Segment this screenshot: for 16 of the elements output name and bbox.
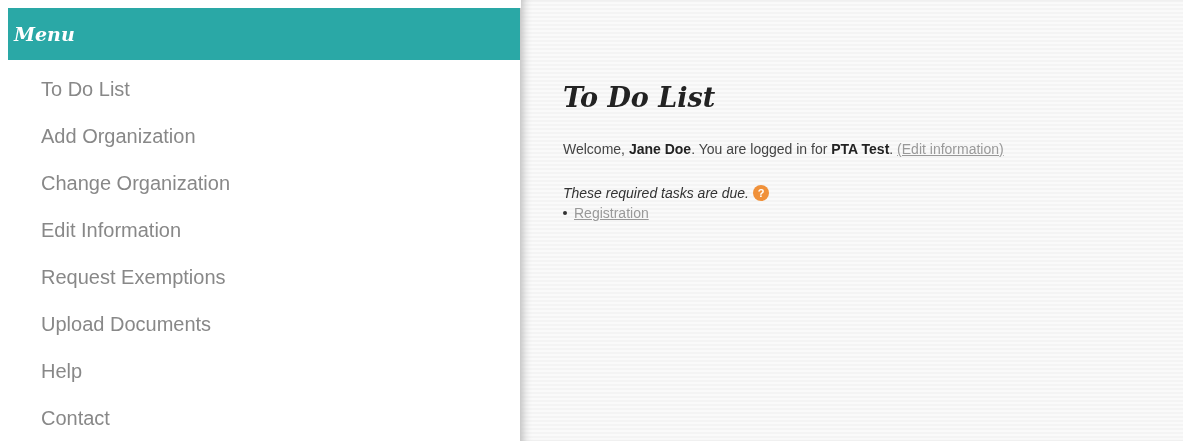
edit-information-link[interactable]: (Edit information) xyxy=(897,141,1004,157)
tasks-note: These required tasks are due. xyxy=(563,185,749,201)
menu-item[interactable]: Edit Information xyxy=(41,215,182,262)
menu-title: Menu xyxy=(14,23,75,45)
task-link[interactable]: Registration xyxy=(574,205,649,221)
menu-item[interactable]: Change Organization xyxy=(41,168,230,215)
help-icon[interactable]: ? xyxy=(753,185,769,201)
menu-item[interactable]: Request Exemptions xyxy=(41,262,226,309)
menu-item[interactable]: Contact xyxy=(41,403,110,441)
welcome-text: Welcome, Jane Doe. You are logged in for PTA Test. xyxy=(563,141,894,157)
menu-item[interactable]: Help xyxy=(41,356,83,403)
menu-item[interactable]: To Do List xyxy=(41,74,130,121)
bullet-icon xyxy=(563,211,567,215)
menu-item[interactable]: Add Organization xyxy=(41,121,196,168)
menu-item[interactable]: Upload Documents xyxy=(41,309,212,356)
page-heading: To Do List xyxy=(563,82,717,113)
